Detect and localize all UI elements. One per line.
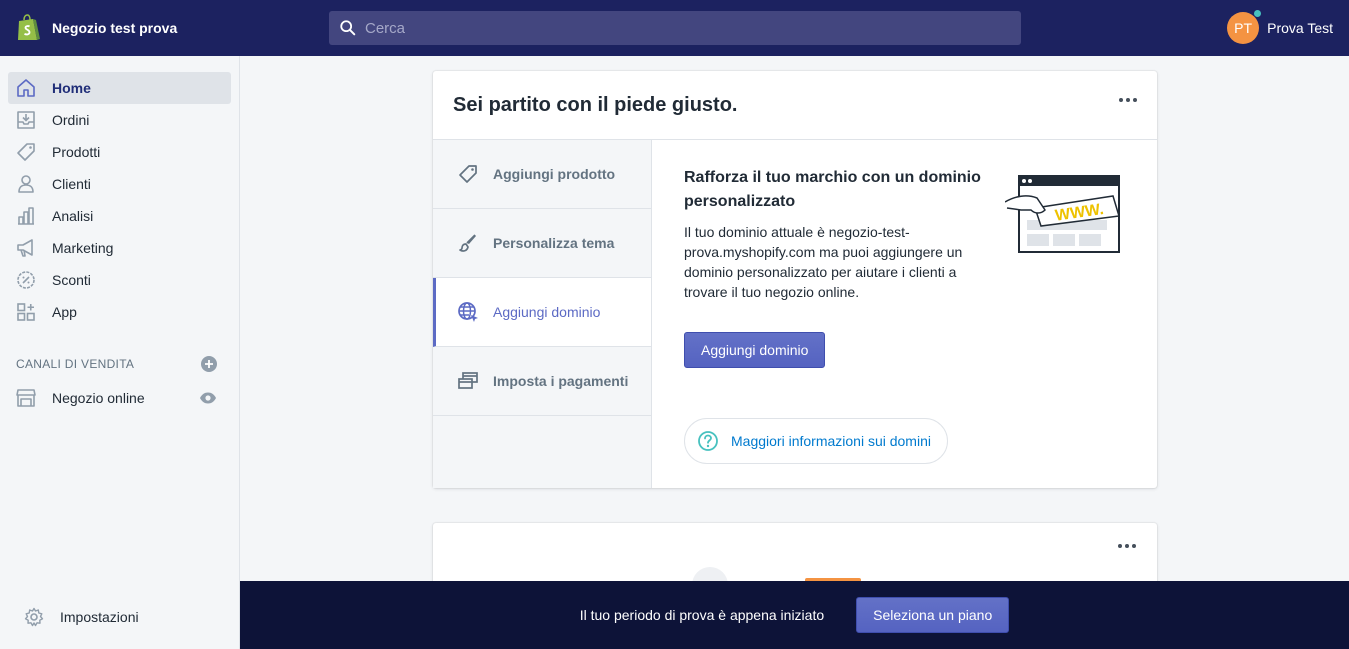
domain-illustration: WWW.	[1005, 175, 1120, 253]
sidebar-item-label: Impostazioni	[60, 609, 139, 625]
card-header: Sei partito con il piede giusto.	[433, 71, 1157, 140]
sidebar-item-online-store[interactable]: Negozio online	[8, 382, 231, 414]
add-domain-button[interactable]: Aggiungi dominio	[684, 332, 826, 368]
globe-icon	[458, 302, 478, 322]
tag-icon	[459, 165, 477, 183]
bar-chart-icon	[16, 206, 36, 226]
sidebar-item-home[interactable]: Home	[8, 72, 231, 104]
sidebar-item-apps[interactable]: App	[8, 296, 231, 328]
sidebar-item-label: Marketing	[52, 240, 114, 256]
person-icon	[16, 174, 36, 194]
tab-add-product[interactable]: Aggiungi prodotto	[433, 140, 651, 209]
home-icon	[16, 78, 36, 98]
sidebar-item-settings[interactable]: Impostazioni	[16, 601, 139, 633]
apps-icon	[16, 302, 36, 322]
trial-bar: Il tuo periodo di prova è appena iniziat…	[240, 581, 1349, 649]
avatar-initials: PT	[1234, 20, 1253, 36]
brush-icon	[459, 234, 476, 252]
domain-info-link[interactable]: Maggiori informazioni sui domini	[684, 418, 948, 464]
tab-customize-theme[interactable]: Personalizza tema	[433, 209, 651, 278]
gear-icon	[24, 607, 44, 627]
tab-add-domain[interactable]: Aggiungi dominio	[433, 278, 651, 347]
user-menu[interactable]: PT Prova Test	[1227, 9, 1333, 44]
search-input[interactable]	[365, 19, 965, 37]
search-bar[interactable]	[329, 11, 1021, 45]
more-actions-icon[interactable]	[1118, 544, 1136, 548]
payments-icon	[458, 372, 478, 389]
tag-icon	[16, 142, 36, 162]
sidebar-item-customers[interactable]: Clienti	[8, 168, 231, 200]
trial-message: Il tuo periodo di prova è appena iniziat…	[579, 607, 825, 623]
notification-dot	[1253, 9, 1263, 18]
sidebar-item-label: Clienti	[52, 176, 91, 192]
store-icon	[16, 389, 36, 407]
top-bar: Negozio test prova PT Prova Test	[0, 0, 1349, 56]
sales-channels-header: CANALI DI VENDITA	[0, 348, 239, 380]
discount-icon	[16, 270, 36, 290]
sidebar-item-label: Negozio online	[52, 390, 145, 406]
sidebar: Home Ordini Prodotti Clienti Analisi Mar…	[0, 56, 240, 649]
sidebar-item-orders[interactable]: Ordini	[8, 104, 231, 136]
store-brand[interactable]: Negozio test prova	[0, 0, 240, 56]
info-link-label: Maggiori informazioni sui domini	[731, 433, 931, 449]
tab-label: Personalizza tema	[493, 235, 615, 251]
setup-tabs: Aggiungi prodotto Personalizza tema Aggi…	[433, 140, 652, 488]
tab-setup-payments[interactable]: Imposta i pagamenti	[433, 347, 651, 416]
tab-label: Aggiungi prodotto	[493, 166, 616, 182]
sidebar-item-label: App	[52, 304, 77, 320]
search-icon	[340, 20, 356, 36]
card-title: Sei partito con il piede giusto.	[453, 93, 738, 116]
sidebar-item-label: Prodotti	[52, 144, 101, 160]
add-channel-icon[interactable]	[201, 356, 217, 372]
eye-icon[interactable]	[199, 389, 217, 407]
select-plan-button[interactable]: Seleziona un piano	[856, 597, 1010, 633]
pane-heading: Rafforza il tuo marchio con un dominio p…	[684, 169, 981, 210]
sidebar-item-analytics[interactable]: Analisi	[8, 200, 231, 232]
user-name: Prova Test	[1267, 20, 1333, 36]
sidebar-item-marketing[interactable]: Marketing	[8, 232, 231, 264]
domain-pane: Rafforza il tuo marchio con un dominio p…	[684, 166, 984, 302]
sidebar-item-label: Home	[52, 80, 91, 96]
sidebar-item-products[interactable]: Prodotti	[8, 136, 231, 168]
more-actions-icon[interactable]	[1119, 98, 1137, 102]
tab-label: Aggiungi dominio	[493, 304, 601, 320]
pane-description: Il tuo dominio attuale è negozio-test-pr…	[684, 224, 963, 300]
avatar[interactable]: PT	[1227, 9, 1263, 44]
store-name: Negozio test prova	[52, 20, 178, 36]
orders-icon	[16, 110, 36, 130]
megaphone-icon	[16, 238, 36, 258]
sidebar-item-label: Ordini	[52, 112, 90, 128]
sidebar-item-label: Analisi	[52, 208, 94, 224]
main-nav: Home Ordini Prodotti Clienti Analisi Mar…	[0, 56, 239, 328]
sidebar-item-discounts[interactable]: Sconti	[8, 264, 231, 296]
sidebar-item-label: Sconti	[52, 272, 91, 288]
tab-label: Imposta i pagamenti	[493, 373, 629, 389]
setup-guide-card: Sei partito con il piede giusto. Aggiung…	[433, 71, 1157, 488]
sales-channels-title: CANALI DI VENDITA	[16, 357, 135, 371]
shopify-bag-icon	[18, 14, 40, 40]
help-circle-icon	[698, 431, 718, 451]
